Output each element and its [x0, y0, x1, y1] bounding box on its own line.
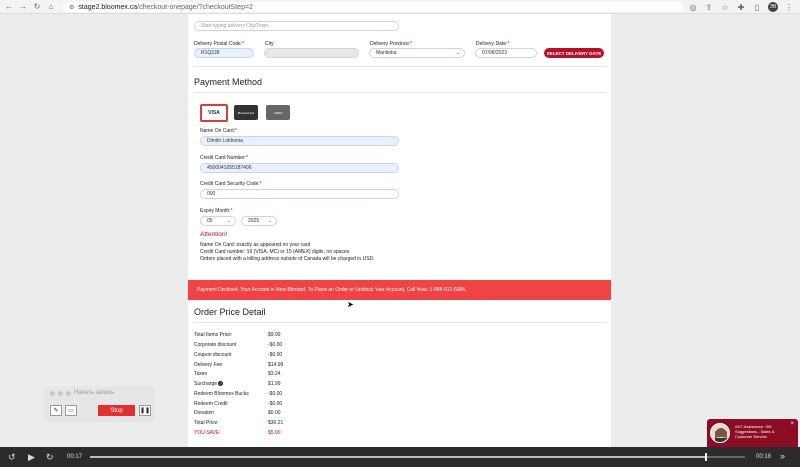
divider [194, 92, 606, 93]
postal-code-label: Delivery Postal Code:* [194, 41, 245, 47]
card-number-input[interactable]: 4500041055187406 [200, 163, 399, 173]
skip-forward-icon[interactable]: » [780, 451, 785, 461]
chat-text: 24/7 Assistance: Gift Suggestions - Sale… [735, 424, 775, 439]
url-path: /checkout-onepage/?checkoutStep=2 [137, 3, 253, 11]
video-scrubber[interactable] [90, 453, 745, 461]
pen-tool-icon[interactable]: ✎ [50, 405, 62, 416]
province-select[interactable]: Manitoba ⌄ [369, 48, 465, 58]
expiry-year-select[interactable]: 2025 ⌄ [241, 216, 277, 226]
delivery-date-input[interactable]: 07/08/2023 [475, 48, 537, 58]
price-row: Corporate discount -$0.00 [194, 342, 283, 348]
order-price-title: Order Price Detail [194, 307, 266, 317]
mastercard-card-icon[interactable]: MasterCard [234, 105, 258, 120]
support-chat-widget[interactable]: 24/7 Assistance: Gift Suggestions - Sale… [707, 419, 798, 449]
site-info-icon[interactable]: ⚙ [69, 4, 74, 11]
price-row: Coupon discount -$0.00 [194, 352, 283, 358]
expiry-month-select[interactable]: 05 ⌄ [200, 216, 236, 226]
note-line: Orders placed with a billing address out… [200, 256, 375, 262]
card-number-label: Credit Card Number:* [200, 155, 249, 161]
divider [194, 322, 606, 323]
extensions-icon[interactable]: ✚ [736, 2, 746, 12]
select-delivery-date-button[interactable]: SELECT DELIVERY DATE [544, 48, 604, 58]
browser-toolbar: ← → ↻ ⌂ ⚙ stage2.bloomex.ca/checkout-one… [0, 0, 800, 14]
postal-code-input[interactable]: R1Q2J8 [194, 48, 254, 58]
province-label: Delivery Province:* [370, 41, 413, 47]
visa-card-icon[interactable]: VISA [200, 104, 228, 122]
share-icon[interactable]: ⇪ [704, 2, 714, 12]
city-label: City [265, 41, 274, 47]
close-icon[interactable]: × [790, 421, 794, 427]
checkout-page: Start typing delivery City/Town Delivery… [188, 14, 611, 447]
support-agent-avatar [710, 423, 730, 443]
video-player-bar: ↺ ▶ ↻ 00:17 00:18 » [0, 447, 800, 467]
name-on-card-input[interactable]: Dimitri Lokhonia [200, 136, 399, 146]
name-on-card-label: Name On Card:* [200, 128, 237, 134]
price-row: Donation $0.00 [194, 410, 281, 416]
price-row: Total Items Price: $9.99 [194, 332, 281, 338]
video-progress [90, 456, 706, 458]
city-input [264, 48, 359, 58]
screen-recorder-panel: Начать запись ✎ ▭ Stop ❚❚ [44, 386, 155, 422]
mouse-cursor-icon: ➤ [347, 300, 354, 309]
price-row: Redeem Credit -$0.00 [194, 401, 283, 407]
reload-icon[interactable]: ↻ [32, 2, 42, 12]
current-time: 00:17 [67, 454, 83, 460]
delivery-date-label: Delivery Date:* [476, 41, 510, 47]
city-town-input[interactable]: Start typing delivery City/Town [194, 21, 399, 31]
stop-recording-button[interactable]: Stop [98, 405, 135, 416]
url-host: stage2.bloomex.ca [78, 3, 138, 11]
window-minimize-dot[interactable] [58, 390, 63, 396]
you-save-row: YOU SAVE: $5.00 [194, 430, 281, 436]
province-value: Manitoba [376, 50, 397, 56]
recorder-title: Начать запись [74, 390, 115, 396]
video-scrubber-handle[interactable] [704, 453, 707, 461]
chevron-down-icon: ⌄ [455, 50, 460, 56]
chevron-down-icon: ⌄ [226, 218, 231, 224]
note-line: Credit Card number: 16 (VISA, MC) or 15 … [200, 249, 350, 255]
expiry-month-label: Expiry Month:* [200, 208, 233, 214]
security-code-input[interactable]: 000 [200, 189, 399, 199]
home-icon[interactable]: ⌂ [46, 2, 56, 12]
window-zoom-dot[interactable] [66, 390, 71, 396]
payment-method-title: Payment Method [194, 77, 263, 87]
profile-avatar[interactable]: ЭВ [768, 2, 778, 12]
pause-icon[interactable]: ❚❚ [139, 405, 151, 416]
recorder-header: Начать запись [44, 386, 155, 400]
forward-icon[interactable]: ↻ [46, 452, 54, 463]
expiry-month-value: 05 [207, 218, 213, 224]
security-code-label: Credit Card Security Code:* [200, 181, 262, 187]
note-line: Name On Card: exactly as appeared on you… [200, 242, 311, 248]
google-lens-icon[interactable]: ◎ [688, 2, 698, 12]
bookmark-star-icon[interactable]: ☆ [720, 2, 730, 12]
amex-card-icon[interactable]: AMEX [266, 105, 290, 120]
forward-icon[interactable]: → [18, 2, 28, 12]
total-time: 00:18 [756, 454, 772, 460]
expiry-year-value: 2025 [248, 218, 260, 224]
address-bar[interactable]: ⚙ stage2.bloomex.ca/checkout-onepage/?ch… [63, 2, 683, 12]
price-row: Redeem Bloomex Bucks -$0.00 [194, 391, 283, 397]
price-row: Surcharge? $1.99 [194, 381, 281, 387]
menu-kebab-icon[interactable]: ⋮ [784, 2, 794, 12]
payment-declined-banner: Payment Declined. Your Account is Now Bl… [188, 280, 611, 300]
info-icon[interactable]: ? [218, 381, 224, 387]
window-close-dot[interactable] [50, 390, 55, 396]
sidebar-icon[interactable]: ▯ [752, 2, 762, 12]
attention-title: Attention! [200, 231, 228, 238]
divider [194, 66, 606, 67]
price-row: Taxes $3.24 [194, 371, 281, 377]
chevron-down-icon: ⌄ [267, 218, 272, 224]
back-icon[interactable]: ← [4, 2, 14, 12]
rectangle-tool-icon[interactable]: ▭ [65, 405, 77, 416]
total-price-row: Total Price: $30.21 [194, 420, 284, 426]
play-icon[interactable]: ▶ [28, 452, 35, 463]
rewind-icon[interactable]: ↺ [8, 452, 16, 463]
price-row: Delivery Fee: $14.99 [194, 362, 284, 368]
